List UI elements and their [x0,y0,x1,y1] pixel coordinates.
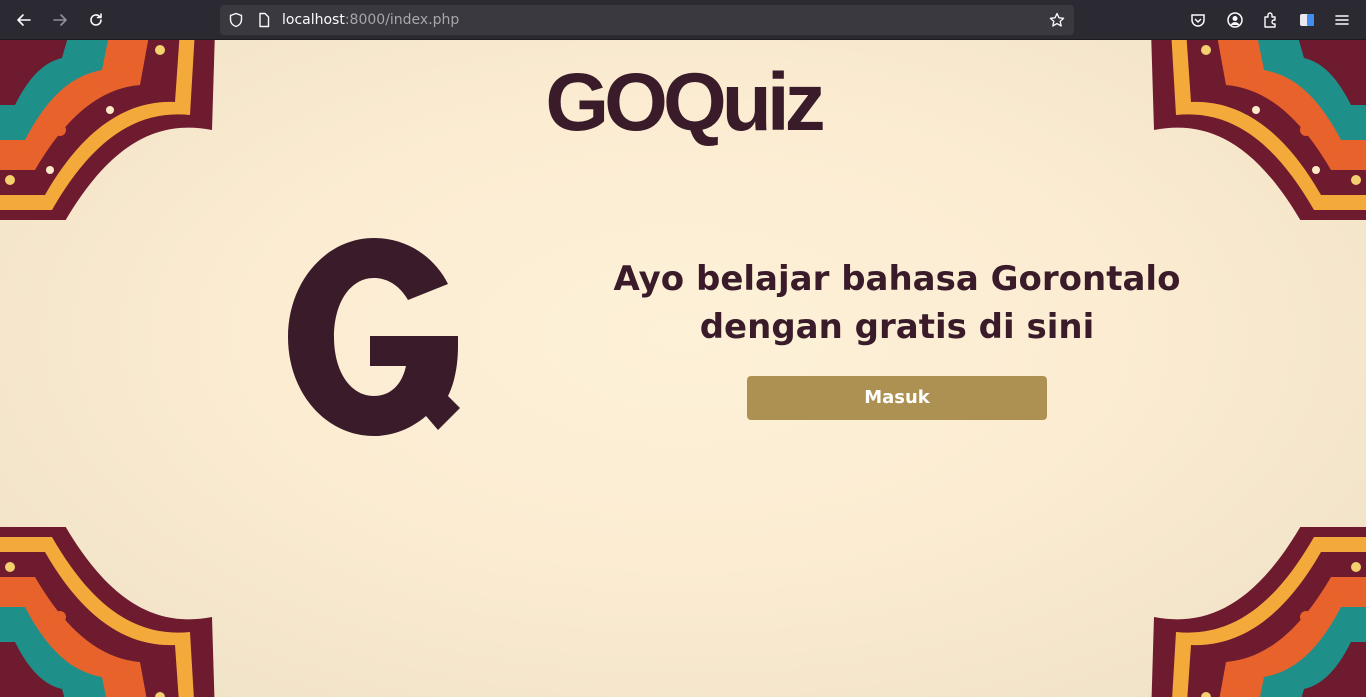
container-icon[interactable] [1298,11,1316,29]
star-icon[interactable] [1049,12,1065,28]
page-content: GOQuiz Ayo belajar bahasa Gorontalo deng… [0,40,1366,697]
pocket-icon[interactable] [1189,11,1207,29]
login-button[interactable]: Masuk [747,376,1047,420]
menu-icon[interactable] [1333,11,1351,29]
url-text[interactable]: localhost:8000/index.php [282,5,459,35]
account-icon[interactable] [1226,11,1244,29]
ornament-top-left [0,40,220,220]
q-logo-icon [288,238,460,438]
url-path: :8000/index.php [344,12,460,28]
ornament-bottom-left [0,527,220,697]
page-icon [259,12,270,28]
url-host: localhost [282,12,345,28]
brand-logo: GOQuiz [545,57,825,148]
extensions-icon[interactable] [1262,11,1280,29]
address-bar[interactable]: localhost:8000/index.php [220,5,1074,35]
back-arrow-icon[interactable] [12,8,36,32]
ornament-top-right [1146,40,1366,220]
shield-icon[interactable] [228,12,244,28]
forward-arrow-icon[interactable] [48,8,72,32]
headline: Ayo belajar bahasa Gorontalo dengan grat… [613,259,1181,347]
ornament-bottom-right [1146,527,1366,697]
reload-icon[interactable] [84,8,108,32]
browser-toolbar: localhost:8000/index.php [0,0,1366,40]
